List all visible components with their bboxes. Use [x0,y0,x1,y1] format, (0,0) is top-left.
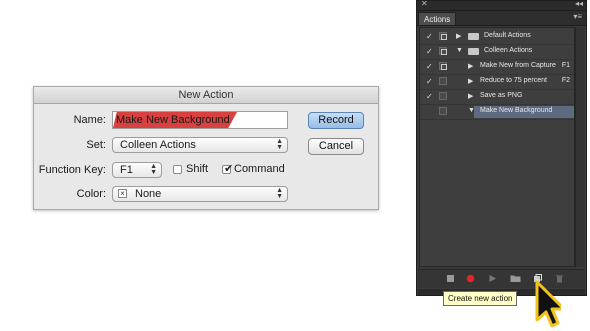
function-key-label: Function Key: [38,164,106,176]
function-key-select[interactable]: F1 ▲ ▼ [112,162,162,178]
collapsed-triangle-icon[interactable]: ▶ [468,92,473,100]
function-key-badge: F1 [561,62,570,69]
name-label: Name: [73,114,106,126]
record-icon[interactable] [466,274,475,283]
folder-icon[interactable] [510,274,521,283]
action-row-label: Default Actions [484,32,531,39]
action-row[interactable]: ✓ ▶ Reduce to 75 percent F2 [420,75,574,89]
collapsed-triangle-icon[interactable]: ▶ [468,77,473,85]
action-row[interactable]: ✓ ▼ Colleen Actions [420,45,574,59]
color-select-value: None [135,188,162,200]
action-row-label: Make New Background [480,107,553,114]
select-arrows-icon: ▲ ▼ [276,187,283,200]
actions-panel: ✕ ◂◂ Actions ▾≡ ✓ ▶ Default Actions ✓ ▼ Colle… [416,0,587,296]
select-arrows-icon: ▲ ▼ [276,138,283,151]
color-select[interactable]: × None ▲ ▼ [112,186,288,202]
dialog-toggle-empty[interactable] [439,92,447,100]
set-select-value: Colleen Actions [120,139,196,151]
color-label: Color: [76,188,106,200]
panel-tab-bar: Actions ▾≡ [417,11,586,26]
action-row[interactable]: ▼ Make New Background [420,105,574,119]
action-row-label: Save as PNG [480,92,523,99]
new-action-dialog: New Action Name: Make New Background Rec… [33,86,379,210]
set-label: Set: [86,139,106,151]
toggle-checkmark-icon[interactable]: ✓ [426,62,433,71]
dialog-box-icon [441,64,447,70]
dialog-box-icon [441,34,447,40]
name-input-value: Make New Background [116,114,230,126]
dialog-toggle-empty[interactable] [439,107,447,115]
no-color-swatch-icon: × [118,189,127,198]
create-new-action-tooltip: Create new action [443,291,518,306]
shift-checkbox[interactable] [173,165,182,174]
expanded-triangle-icon[interactable]: ▼ [456,47,463,54]
command-checkbox[interactable]: ✔ [222,163,234,175]
action-row-label: Colleen Actions [484,47,533,54]
collapsed-triangle-icon[interactable]: ▶ [456,32,461,40]
toggle-checkmark-icon[interactable]: ✓ [426,77,433,86]
name-input[interactable]: Make New Background [112,111,288,129]
function-key-value: F1 [120,164,133,176]
tab-actions[interactable]: Actions [418,12,457,25]
expanded-triangle-icon[interactable]: ▼ [468,107,475,114]
panel-menu-icon[interactable]: ▾≡ [573,12,582,21]
row-divider [420,119,574,120]
action-row-label: Reduce to 75 percent [480,77,547,84]
close-icon[interactable]: ✕ [421,0,428,8]
panel-topbar: ✕ ◂◂ [417,0,586,11]
dialog-title: New Action [34,87,378,104]
dialog-box-icon [441,49,447,55]
collapse-icon[interactable]: ◂◂ [575,0,583,8]
checkmark-icon: ✔ [224,163,234,175]
scrollbar[interactable] [575,27,585,267]
action-set-folder-icon [468,33,479,40]
action-row[interactable]: ✓ ▶ Make New from Capture F1 [420,60,574,74]
action-row[interactable]: ✓ ▶ Default Actions [420,30,574,44]
action-row-label: Make New from Capture [480,62,556,69]
dialog-toggle-icon[interactable] [439,62,447,70]
command-label: Command [234,163,285,175]
toggle-checkmark-icon[interactable]: ✓ [426,92,433,101]
stop-icon[interactable] [446,274,455,283]
action-set-folder-icon [468,48,479,55]
cancel-button[interactable]: Cancel [308,138,364,155]
actions-list: ✓ ▶ Default Actions ✓ ▼ Colleen Actions ✓ ▶ Make… [419,27,575,267]
action-row[interactable]: ✓ ▶ Save as PNG [420,90,574,104]
toggle-checkmark-icon[interactable]: ✓ [426,47,433,56]
dialog-toggle-icon[interactable] [439,47,447,55]
play-icon[interactable] [488,274,497,283]
select-arrows-icon: ▲ ▼ [150,163,157,176]
dialog-toggle-icon[interactable] [439,32,447,40]
record-button[interactable]: Record [308,112,364,129]
toggle-checkmark-icon[interactable]: ✓ [426,32,433,41]
shift-label: Shift [186,163,209,175]
mouse-cursor-icon [535,280,561,328]
function-key-badge: F2 [561,77,570,84]
collapsed-triangle-icon[interactable]: ▶ [468,62,473,70]
dialog-toggle-empty[interactable] [439,77,447,85]
set-select[interactable]: Colleen Actions ▲ ▼ [112,137,288,153]
